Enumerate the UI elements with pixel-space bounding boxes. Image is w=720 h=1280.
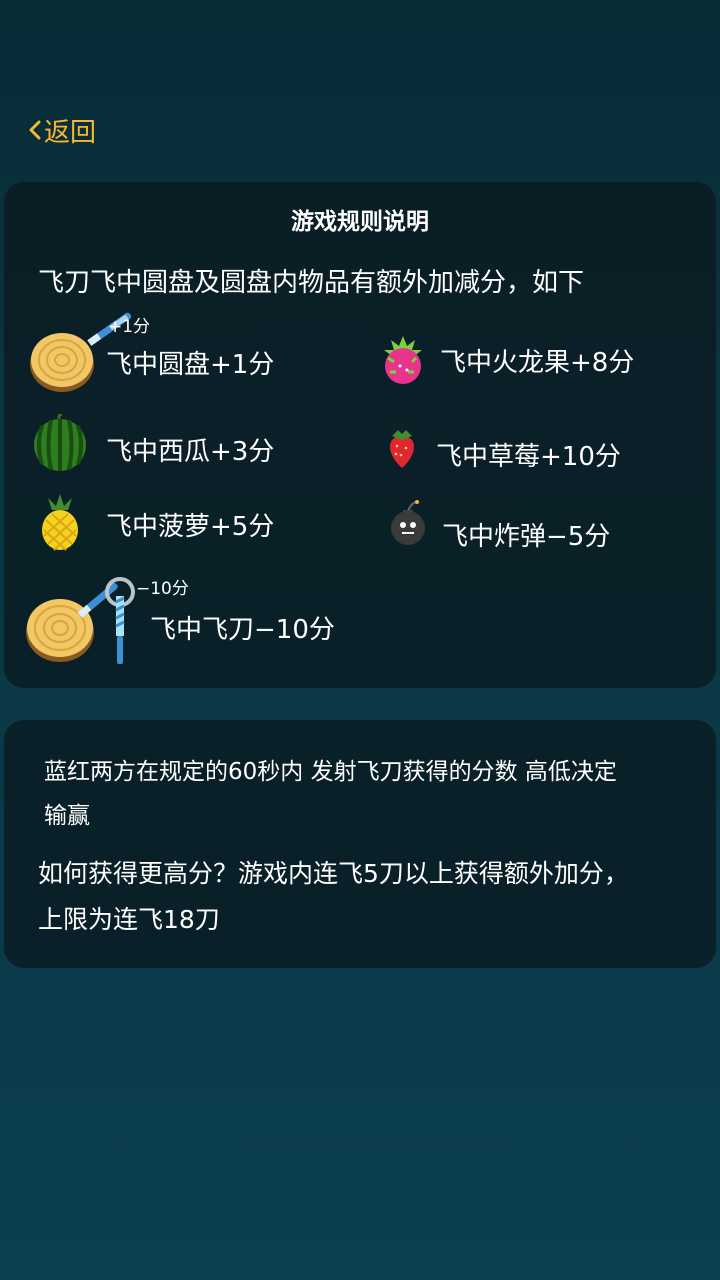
rule-pineapple: 飞中菠萝+5分 bbox=[106, 512, 275, 542]
info-line-1: 蓝红两方在规定的60秒内 发射飞刀获得的分数 高低决定 bbox=[44, 759, 617, 785]
back-button[interactable]: 返回 bbox=[28, 112, 96, 148]
bomb-icon bbox=[391, 500, 425, 545]
knife-penalty-label: −10分 bbox=[136, 579, 189, 599]
disc-bonus-label: +1分 bbox=[108, 317, 151, 337]
info-line-4: 上限为连飞18刀 bbox=[38, 905, 220, 934]
pineapple-icon bbox=[42, 494, 78, 551]
watermelon-icon bbox=[34, 414, 86, 471]
rule-knife: 飞中飞刀−10分 bbox=[150, 615, 335, 645]
info-line-2: 输赢 bbox=[44, 803, 90, 829]
dragon-fruit-icon bbox=[384, 336, 422, 384]
strawberry-icon bbox=[390, 430, 414, 468]
rule-watermelon: 飞中西瓜+3分 bbox=[106, 437, 275, 467]
rule-bomb: 飞中炸弹−5分 bbox=[442, 522, 611, 552]
info-line-3: 如何获得更高分？游戏内连飞5刀以上获得额外加分， bbox=[38, 859, 629, 888]
chevron-left-icon bbox=[29, 120, 41, 140]
rules-intro: 飞刀飞中圆盘及圆盘内物品有额外加减分，如下 bbox=[38, 268, 585, 298]
back-label: 返回 bbox=[44, 117, 97, 148]
rule-strawberry: 飞中草莓+10分 bbox=[436, 442, 621, 472]
rules-title: 游戏规则说明 bbox=[291, 209, 429, 235]
knife-icon bbox=[26, 577, 135, 664]
rule-disc: 飞中圆盘+1分 bbox=[106, 350, 275, 380]
rule-dragon-fruit: 飞中火龙果+8分 bbox=[440, 348, 635, 378]
